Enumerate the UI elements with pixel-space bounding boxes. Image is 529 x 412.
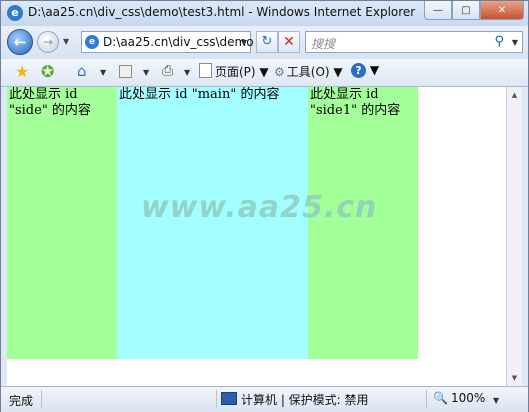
help-icon: ? (351, 63, 366, 78)
feeds-icon[interactable] (119, 65, 132, 78)
forward-button[interactable]: → (37, 31, 59, 53)
feeds-dropdown[interactable]: ▼ (143, 68, 149, 77)
search-box[interactable]: 搜搜 ⚲ ▼ (305, 31, 523, 53)
help-menu-button[interactable]: ? ▼ (351, 63, 379, 78)
back-arrow-icon: ← (13, 33, 27, 51)
scroll-up-icon[interactable]: ▲ (507, 87, 522, 103)
stop-button[interactable]: ✕ (278, 31, 300, 53)
recent-pages-dropdown[interactable]: ▼ (63, 37, 69, 46)
zoom-level: 100% (450, 391, 486, 405)
page-icon (199, 63, 212, 78)
ie-logo-icon: e (7, 5, 23, 21)
page-menu-label: 页面(P) (215, 65, 256, 79)
zoom-dropdown[interactable]: ▼ (493, 396, 499, 405)
refresh-button[interactable]: ↻ (256, 31, 278, 53)
status-divider (216, 390, 217, 408)
home-icon[interactable]: ⌂ (77, 62, 87, 80)
page-ie-icon: e (85, 35, 99, 49)
maximize-button[interactable]: □ (452, 1, 480, 20)
command-bar: ★ ✪ ⌂ ▼ ▼ ⎙ ▼ 页面(P) ▼ ⚙ 工具(O) ▼ ? ▼ (1, 59, 528, 87)
computer-icon (221, 392, 237, 405)
refresh-icon: ↻ (261, 34, 273, 49)
status-divider (41, 390, 42, 408)
add-favorite-icon[interactable]: ✪ (41, 62, 54, 81)
caption-buttons: — □ ✕ (424, 1, 524, 20)
address-bar[interactable]: e D:\aa25.cn\div_css\demo ▼ (81, 31, 254, 53)
stop-icon: ✕ (283, 34, 295, 50)
forward-arrow-icon: → (42, 35, 54, 49)
search-icon[interactable]: ⚲ (494, 34, 504, 49)
address-dropdown[interactable]: ▼ (241, 38, 247, 47)
status-text: 完成 (9, 394, 34, 408)
zoom-control[interactable]: 🔍 100% (433, 391, 485, 405)
home-dropdown[interactable]: ▼ (100, 68, 106, 77)
side-column-text: 此处显示 id "side" 的内容 (9, 87, 91, 118)
page-menu-button[interactable]: 页面(P) ▼ (199, 63, 269, 80)
main-column-text: 此处显示 id "main" 的内容 (119, 87, 280, 102)
status-bar: 完成 计算机 | 保护模式: 禁用 🔍 100% ▼ (1, 386, 528, 412)
print-dropdown[interactable]: ▼ (184, 68, 190, 77)
scroll-down-icon[interactable]: ▼ (507, 370, 522, 386)
favorites-star-icon[interactable]: ★ (15, 62, 29, 81)
security-zone[interactable]: 计算机 | 保护模式: 禁用 (221, 391, 369, 408)
minimize-button[interactable]: — (424, 1, 452, 20)
watermark: www.aa25.cn (141, 190, 378, 225)
page-content: 此处显示 id "side" 的内容 此处显示 id "main" 的内容 此处… (7, 87, 510, 386)
window-title: D:\aa25.cn\div_css\demo\test3.html - Win… (28, 5, 416, 19)
status-divider (426, 390, 427, 408)
tools-menu-label: 工具(O) (286, 65, 330, 79)
close-button[interactable]: ✕ (480, 1, 524, 20)
vertical-scrollbar[interactable]: ▲ ▼ (506, 87, 522, 386)
address-input[interactable]: D:\aa25.cn\div_css\demo (103, 35, 254, 49)
side1-column-text: 此处显示 id "side1" 的内容 (310, 87, 401, 118)
navigation-bar: ← → ▼ e D:\aa25.cn\div_css\demo ▼ ↻ ✕ 搜搜… (1, 26, 528, 59)
gear-icon: ⚙ (274, 65, 285, 79)
back-button[interactable]: ← (7, 29, 33, 55)
print-icon[interactable]: ⎙ (162, 63, 173, 79)
tools-menu-button[interactable]: ⚙ 工具(O) ▼ (274, 63, 343, 80)
browser-window: e D:\aa25.cn\div_css\demo\test3.html - W… (0, 0, 529, 412)
security-zone-label: 计算机 | 保护模式: 禁用 (241, 393, 369, 407)
side-column: 此处显示 id "side" 的内容 (7, 87, 117, 359)
search-dropdown[interactable]: ▼ (512, 38, 518, 47)
title-bar: e D:\aa25.cn\div_css\demo\test3.html - W… (1, 1, 528, 26)
search-input[interactable]: 搜搜 (311, 35, 335, 52)
zoom-icon: 🔍 (433, 391, 448, 405)
